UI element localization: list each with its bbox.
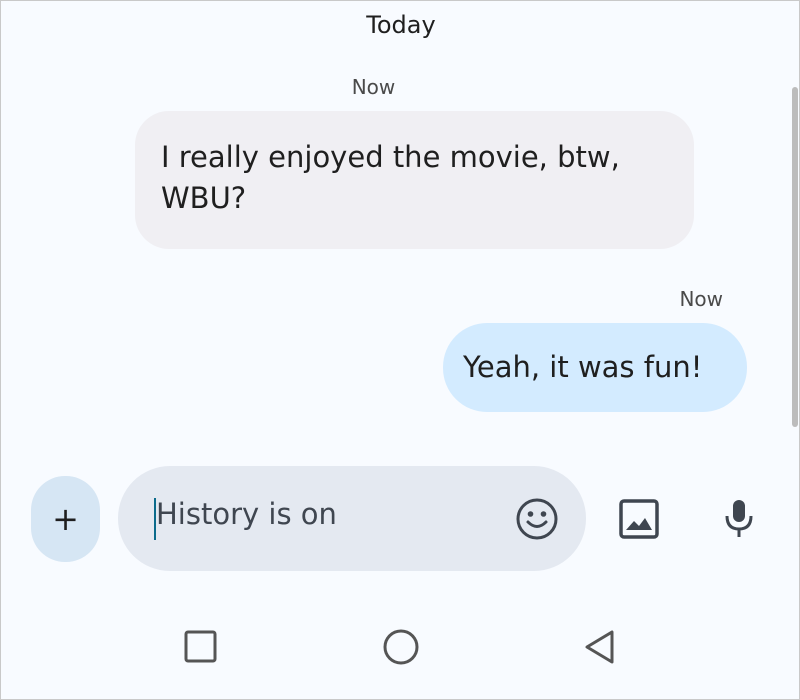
compose-input-placeholder[interactable]: History is on (156, 497, 337, 531)
outgoing-message-bubble[interactable]: Yeah, it was fun! (443, 323, 747, 412)
plus-icon: + (52, 500, 79, 538)
incoming-message-bubble[interactable]: I really enjoyed the movie, btw, WBU? (135, 111, 694, 249)
home-circle-icon (383, 629, 419, 665)
scrollbar[interactable] (792, 87, 798, 427)
add-attachment-button[interactable]: + (31, 476, 100, 562)
emoji-button[interactable] (514, 496, 560, 542)
compose-field[interactable]: History is on (118, 466, 586, 571)
emoji-icon (516, 498, 558, 540)
day-header: Today (366, 11, 436, 39)
back-button[interactable] (576, 621, 626, 671)
gallery-button[interactable] (616, 496, 662, 542)
image-icon (619, 499, 659, 539)
message-timestamp: Now (679, 287, 723, 311)
message-timestamp: Now (351, 75, 396, 99)
recents-button[interactable] (176, 621, 226, 671)
app-frame: Today Now I really enjoyed the movie, bt… (0, 0, 800, 700)
voice-input-button[interactable] (716, 494, 762, 540)
back-triangle-icon (585, 630, 614, 664)
recents-square-icon (184, 630, 217, 663)
home-button[interactable] (376, 621, 426, 671)
mic-icon (725, 500, 753, 537)
